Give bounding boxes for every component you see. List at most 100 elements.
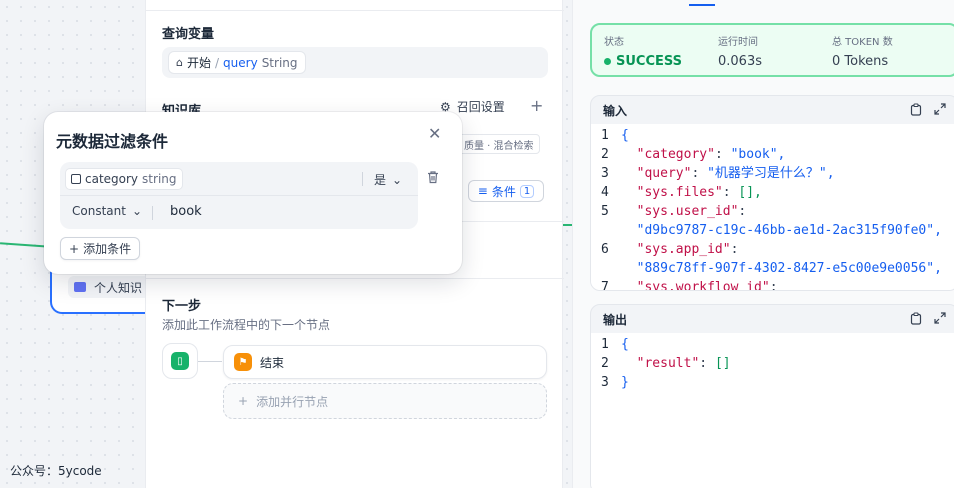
code-text: "sys.files": [], — [636, 185, 762, 200]
next-step-title: 下一步 — [162, 299, 202, 314]
condition-value-row: Constant ⌄ book — [60, 196, 418, 229]
condition-field-row: T category string 是 ⌄ — [60, 162, 418, 196]
code-line: 2 "category": "book", — [591, 145, 954, 164]
output-header: 输出 — [591, 305, 954, 333]
input-tools — [910, 103, 946, 116]
divider — [152, 206, 153, 220]
var-separator: / — [215, 55, 220, 70]
close-icon[interactable]: ✕ — [428, 124, 441, 143]
run-result-panel: 状态 SUCCESS 运行时间 0.063s 总 TOKEN 数 0 Token… — [572, 0, 954, 488]
code-line: 1{ — [591, 335, 954, 354]
modal-title: 元数据过滤条件 — [56, 132, 169, 151]
add-condition-button[interactable]: + 添加条件 — [60, 237, 141, 260]
add-parallel-node-button[interactable]: + 添加并行节点 — [223, 383, 547, 419]
divider — [146, 278, 564, 279]
var-node: 开始 — [186, 56, 211, 70]
code-line: 2 "result": [] — [591, 354, 954, 373]
active-tab-indicator — [689, 4, 715, 6]
field-type: string — [142, 172, 177, 186]
output-code: 1{2 "result": [] 3} — [591, 333, 954, 488]
code-line: 5 "sys.user_id": — [591, 202, 954, 221]
query-var-box[interactable]: ⌂ 开始 / query String — [162, 47, 548, 78]
add-knowledge-icon[interactable]: + — [530, 96, 543, 115]
line-number: 5 — [601, 204, 609, 219]
folder-icon — [74, 282, 86, 292]
line-number: 7 — [601, 280, 609, 291]
code-line: 7 "sys.workflow_id": — [591, 278, 954, 291]
token-label: 总 TOKEN 数 — [832, 37, 893, 48]
chevron-down-icon: ⌄ — [131, 204, 143, 218]
status-label: 状态 — [604, 37, 624, 48]
line-number: 4 — [601, 185, 609, 200]
value-mode: Constant — [72, 204, 126, 218]
token-column: 总 TOKEN 数 0 Tokens — [832, 33, 893, 69]
status-card: 状态 SUCCESS 运行时间 0.063s 总 TOKEN 数 0 Token… — [590, 23, 954, 77]
value-mode-select[interactable]: Constant ⌄ — [72, 204, 142, 218]
query-var-title: 查询变量 — [162, 27, 215, 42]
input-code: 1{2 "category": "book", 3 "query": "机器学习是… — [591, 124, 954, 291]
plus-icon: + — [69, 241, 80, 256]
watermark: 公众号：5ycode — [10, 464, 102, 478]
knowledge-node-icon: ▯ — [162, 343, 198, 379]
output-title: 输出 — [603, 312, 628, 327]
copy-icon[interactable] — [910, 103, 922, 116]
workflow-edge — [0, 242, 51, 248]
code-text: "query": "机器学习是什么？", — [636, 166, 835, 181]
output-card: 输出 1{2 "result": [] 3} — [590, 304, 954, 488]
code-line: 4 "sys.files": [], — [591, 183, 954, 202]
recall-settings-label: 召回设置 — [456, 100, 505, 114]
input-title: 输入 — [603, 103, 628, 118]
code-line: 6 "sys.app_id": — [591, 240, 954, 259]
line-number — [591, 221, 621, 240]
copy-icon[interactable] — [910, 312, 922, 325]
operator-select[interactable]: 是 ⌄ — [374, 171, 402, 188]
trash-icon[interactable] — [426, 170, 440, 184]
metadata-filter-modal: 元数据过滤条件 ✕ T category string 是 ⌄ Constant… — [44, 112, 462, 274]
input-header: 输入 — [591, 96, 954, 124]
divider — [146, 10, 564, 11]
code-text: "category": "book", — [636, 147, 786, 162]
var-name: query — [223, 55, 258, 70]
code-line: 3} — [591, 373, 954, 392]
success-dot-icon — [604, 58, 611, 65]
code-text: "sys.workflow_id": — [636, 280, 786, 291]
connector-line — [198, 361, 222, 362]
end-node-label: 结束 — [260, 355, 285, 370]
query-var-chip[interactable]: ⌂ 开始 / query String — [168, 51, 306, 74]
code-text: "sys.app_id": — [636, 242, 747, 257]
next-step-subtitle: 添加此工作流程中的下一个节点 — [162, 318, 331, 332]
status-value: SUCCESS — [604, 54, 682, 69]
line-number: 2 — [601, 147, 609, 162]
line-number: 3 — [601, 375, 609, 390]
condition-button[interactable]: ≡ 条件 1 — [468, 180, 544, 202]
token-value: 0 Tokens — [832, 54, 889, 69]
output-tools — [910, 312, 946, 325]
code-text: { — [621, 337, 629, 352]
workflow-edge — [563, 224, 572, 226]
condition-card: T category string 是 ⌄ Constant ⌄ book — [60, 162, 418, 229]
retrieval-tag: 质量 · 混合检索 — [458, 134, 540, 154]
expand-icon[interactable] — [934, 103, 946, 116]
condition-count: 1 — [519, 184, 535, 198]
filter-icon: ≡ — [477, 184, 488, 198]
code-line: "d9bc9787-c19c-46bb-ae1d-2ac315f90fe0", — [591, 221, 954, 240]
add-condition-label: 添加条件 — [83, 242, 132, 256]
code-line: 3 "query": "机器学习是什么？", — [591, 164, 954, 183]
chevron-down-icon: ⌄ — [392, 172, 403, 187]
time-label: 运行时间 — [718, 37, 758, 48]
time-value: 0.063s — [718, 54, 762, 69]
field-chip[interactable]: T category string — [65, 168, 183, 190]
line-number: 1 — [601, 128, 609, 143]
condition-label: 条件 — [491, 184, 516, 199]
book-icon: ▯ — [171, 352, 189, 370]
code-text: } — [621, 375, 629, 390]
add-parallel-label: 添加并行节点 — [256, 394, 329, 409]
plus-icon: + — [238, 394, 249, 408]
knowledge-item-label: 个人知识 — [94, 280, 143, 295]
code-line: "889c78ff-907f-4302-8427-e5c00e9e0056", — [591, 259, 954, 278]
code-text: "889c78ff-907f-4302-8427-e5c00e9e0056", — [636, 261, 942, 276]
line-number: 6 — [601, 242, 609, 257]
end-node[interactable]: ⚑ 结束 — [223, 345, 547, 379]
expand-icon[interactable] — [934, 312, 946, 325]
value-input[interactable]: book — [170, 204, 202, 219]
